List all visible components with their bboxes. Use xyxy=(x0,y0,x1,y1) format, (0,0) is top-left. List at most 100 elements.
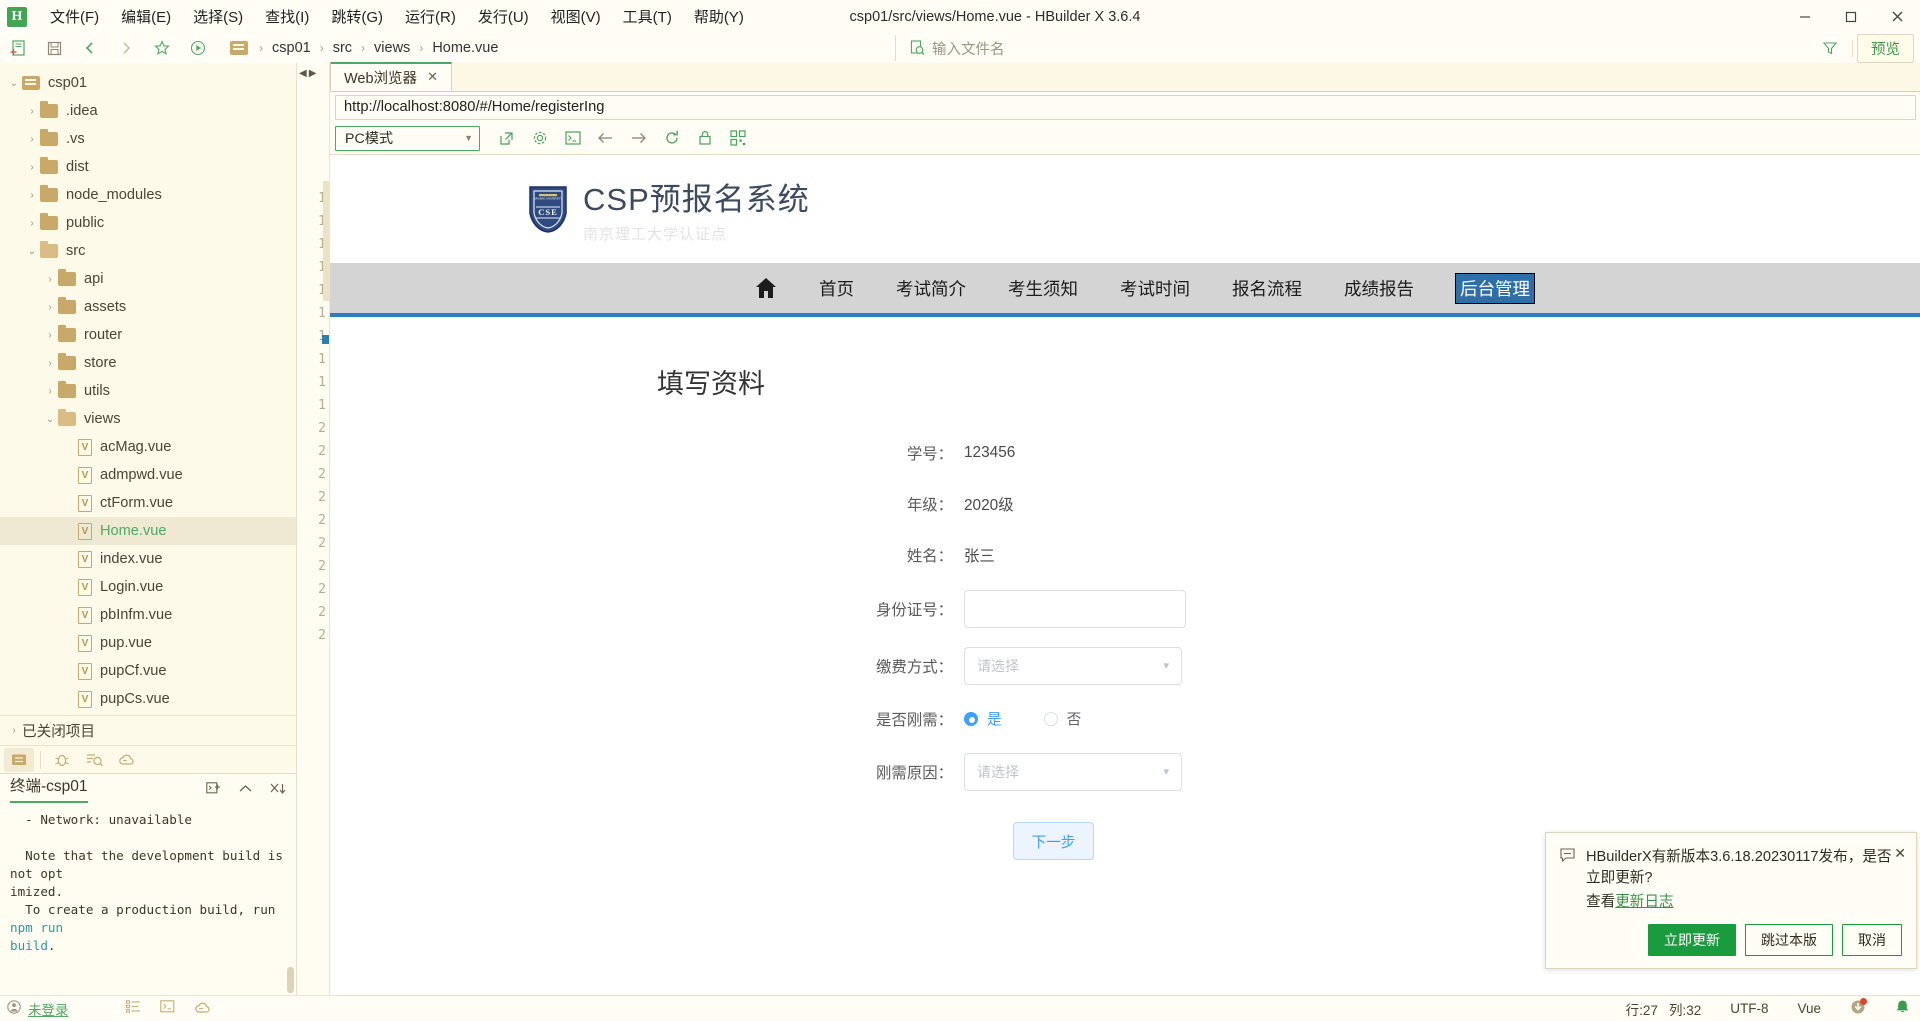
twisty-icon[interactable]: › xyxy=(24,134,40,145)
project-manager-icon[interactable] xyxy=(4,747,34,772)
tree-item-utils[interactable]: › utils xyxy=(0,377,296,405)
breadcrumb-csp01[interactable]: csp01 xyxy=(270,39,313,57)
cursor-line[interactable]: 行:27 xyxy=(1626,999,1658,1019)
tree-item-home-vue[interactable]: V Home.vue xyxy=(0,517,296,545)
run-icon[interactable] xyxy=(183,35,213,61)
notification-bell-icon[interactable] xyxy=(1895,999,1910,1018)
tree-item-router[interactable]: › router xyxy=(0,321,296,349)
next-step-button[interactable]: 下一步 xyxy=(1013,822,1094,860)
nav-item-1[interactable]: 考试简介 xyxy=(875,276,987,301)
maximize-button[interactable] xyxy=(1828,0,1874,33)
breadcrumb-views[interactable]: views xyxy=(372,39,412,57)
new-terminal-icon[interactable] xyxy=(206,782,221,799)
browser-forward-icon[interactable] xyxy=(623,125,654,151)
menu-publish[interactable]: 发行(U) xyxy=(467,2,540,31)
radio-no[interactable]: 否 xyxy=(1043,708,1081,729)
nav-item-3[interactable]: 考试时间 xyxy=(1099,276,1211,301)
home-icon[interactable] xyxy=(734,277,798,299)
id-card-input[interactable] xyxy=(964,589,1186,628)
reload-icon[interactable] xyxy=(656,125,687,151)
tree-item-views[interactable]: ⌄ views xyxy=(0,405,296,433)
twisty-icon[interactable]: › xyxy=(42,302,58,313)
tree-item-ctform-vue[interactable]: VctForm.vue xyxy=(0,489,296,517)
tree-item-csp01[interactable]: ⌄ csp01 xyxy=(0,69,296,97)
menu-view[interactable]: 视图(V) xyxy=(540,2,612,31)
menu-run[interactable]: 运行(R) xyxy=(394,2,467,31)
tree-item-pup-vue[interactable]: Vpup.vue xyxy=(0,629,296,657)
console-icon[interactable] xyxy=(557,125,588,151)
collapse-terminal-icon[interactable] xyxy=(238,782,253,799)
twisty-icon[interactable]: › xyxy=(24,162,40,173)
download-icon[interactable] xyxy=(1850,998,1867,1018)
close-terminal-icon[interactable] xyxy=(270,782,286,799)
panel-resize-arrows[interactable]: ◀ ▶ xyxy=(299,68,321,79)
nav-item-4[interactable]: 报名流程 xyxy=(1211,276,1323,301)
collapse-left-icon[interactable]: ◀ xyxy=(299,68,307,79)
tree-item-store[interactable]: › store xyxy=(0,349,296,377)
menu-help[interactable]: 帮助(Y) xyxy=(683,2,755,31)
terminal-title[interactable]: 终端-csp01 xyxy=(10,774,88,803)
new-file-icon[interactable] xyxy=(3,35,33,61)
terminal-toggle-icon[interactable] xyxy=(159,1000,175,1017)
twisty-icon[interactable]: › xyxy=(24,106,40,117)
skip-version-button[interactable]: 跳过本版 xyxy=(1745,924,1833,956)
twisty-icon[interactable]: › xyxy=(24,218,40,229)
login-status[interactable]: 未登录 xyxy=(28,999,69,1019)
tree-item-src[interactable]: ⌄ src xyxy=(0,237,296,265)
tree-item--idea[interactable]: › .idea xyxy=(0,97,296,125)
breadcrumb-home-vue[interactable]: Home.vue xyxy=(430,39,500,57)
nav-item-0[interactable]: 首页 xyxy=(798,276,875,301)
tree-item-login-vue[interactable]: V Login.vue xyxy=(0,573,296,601)
favorite-icon[interactable] xyxy=(147,35,177,61)
cloud-services-icon[interactable] xyxy=(111,748,141,772)
device-mode-select[interactable]: PC模式 ▼ xyxy=(335,125,480,151)
save-icon[interactable] xyxy=(39,35,69,61)
filter-icon[interactable] xyxy=(1815,35,1845,61)
tree-item-pupcs-vue[interactable]: VpupCs.vue xyxy=(0,685,296,713)
language-label[interactable]: Vue xyxy=(1797,1001,1821,1016)
editor-minimap[interactable] xyxy=(323,181,329,301)
settings-icon[interactable] xyxy=(524,125,555,151)
twisty-icon[interactable]: › xyxy=(42,274,58,285)
cursor-column[interactable]: 列:32 xyxy=(1669,999,1701,1019)
reason-select[interactable]: 请选择 ▾ xyxy=(964,752,1182,791)
url-input[interactable] xyxy=(335,94,1916,120)
nav-item-2[interactable]: 考生须知 xyxy=(987,276,1099,301)
update-now-button[interactable]: 立即更新 xyxy=(1648,924,1736,956)
close-icon[interactable]: ✕ xyxy=(1894,845,1906,862)
tree-item-pbinfm-vue[interactable]: VpbInfm.vue xyxy=(0,601,296,629)
tree-item-public[interactable]: › public xyxy=(0,209,296,237)
qrcode-icon[interactable] xyxy=(722,125,753,151)
changelog-link[interactable]: 更新日志 xyxy=(1615,894,1673,910)
filename-search-box[interactable]: 输入文件名 xyxy=(895,35,1755,61)
lock-icon[interactable] xyxy=(689,125,720,151)
debug-icon[interactable] xyxy=(47,748,77,772)
expand-right-icon[interactable]: ▶ xyxy=(309,68,317,79)
cancel-button[interactable]: 取消 xyxy=(1842,924,1902,956)
menu-tools[interactable]: 工具(T) xyxy=(612,2,683,31)
tree-item--vs[interactable]: › .vs xyxy=(0,125,296,153)
tree-item-acmag-vue[interactable]: VacMag.vue xyxy=(0,433,296,461)
tree-item-assets[interactable]: › assets xyxy=(0,293,296,321)
tree-item-api[interactable]: › api xyxy=(0,265,296,293)
search-results-icon[interactable] xyxy=(79,748,109,772)
twisty-icon[interactable]: ⌄ xyxy=(6,78,22,89)
cloud-icon[interactable] xyxy=(194,1000,211,1017)
twisty-icon[interactable]: › xyxy=(42,386,58,397)
menu-find[interactable]: 查找(I) xyxy=(254,2,320,31)
twisty-icon[interactable]: › xyxy=(42,330,58,341)
breadcrumb-src[interactable]: src xyxy=(331,39,354,57)
back-icon[interactable] xyxy=(75,35,105,61)
menu-select[interactable]: 选择(S) xyxy=(182,2,254,31)
tree-item-dist[interactable]: › dist xyxy=(0,153,296,181)
encoding-label[interactable]: UTF-8 xyxy=(1730,1001,1768,1016)
closed-projects-row[interactable]: › 已关闭项目 xyxy=(0,715,296,745)
forward-icon[interactable] xyxy=(111,35,141,61)
terminal-output[interactable]: - Network: unavailable Note that the dev… xyxy=(0,803,296,999)
menu-goto[interactable]: 跳转(G) xyxy=(320,2,394,31)
terminal-scrollbar[interactable] xyxy=(287,967,294,993)
twisty-icon[interactable]: › xyxy=(42,358,58,369)
twisty-icon[interactable]: › xyxy=(24,190,40,201)
tree-item-pupcf-vue[interactable]: VpupCf.vue xyxy=(0,657,296,685)
tab-web-browser[interactable]: Web浏览器 ✕ xyxy=(330,62,452,91)
